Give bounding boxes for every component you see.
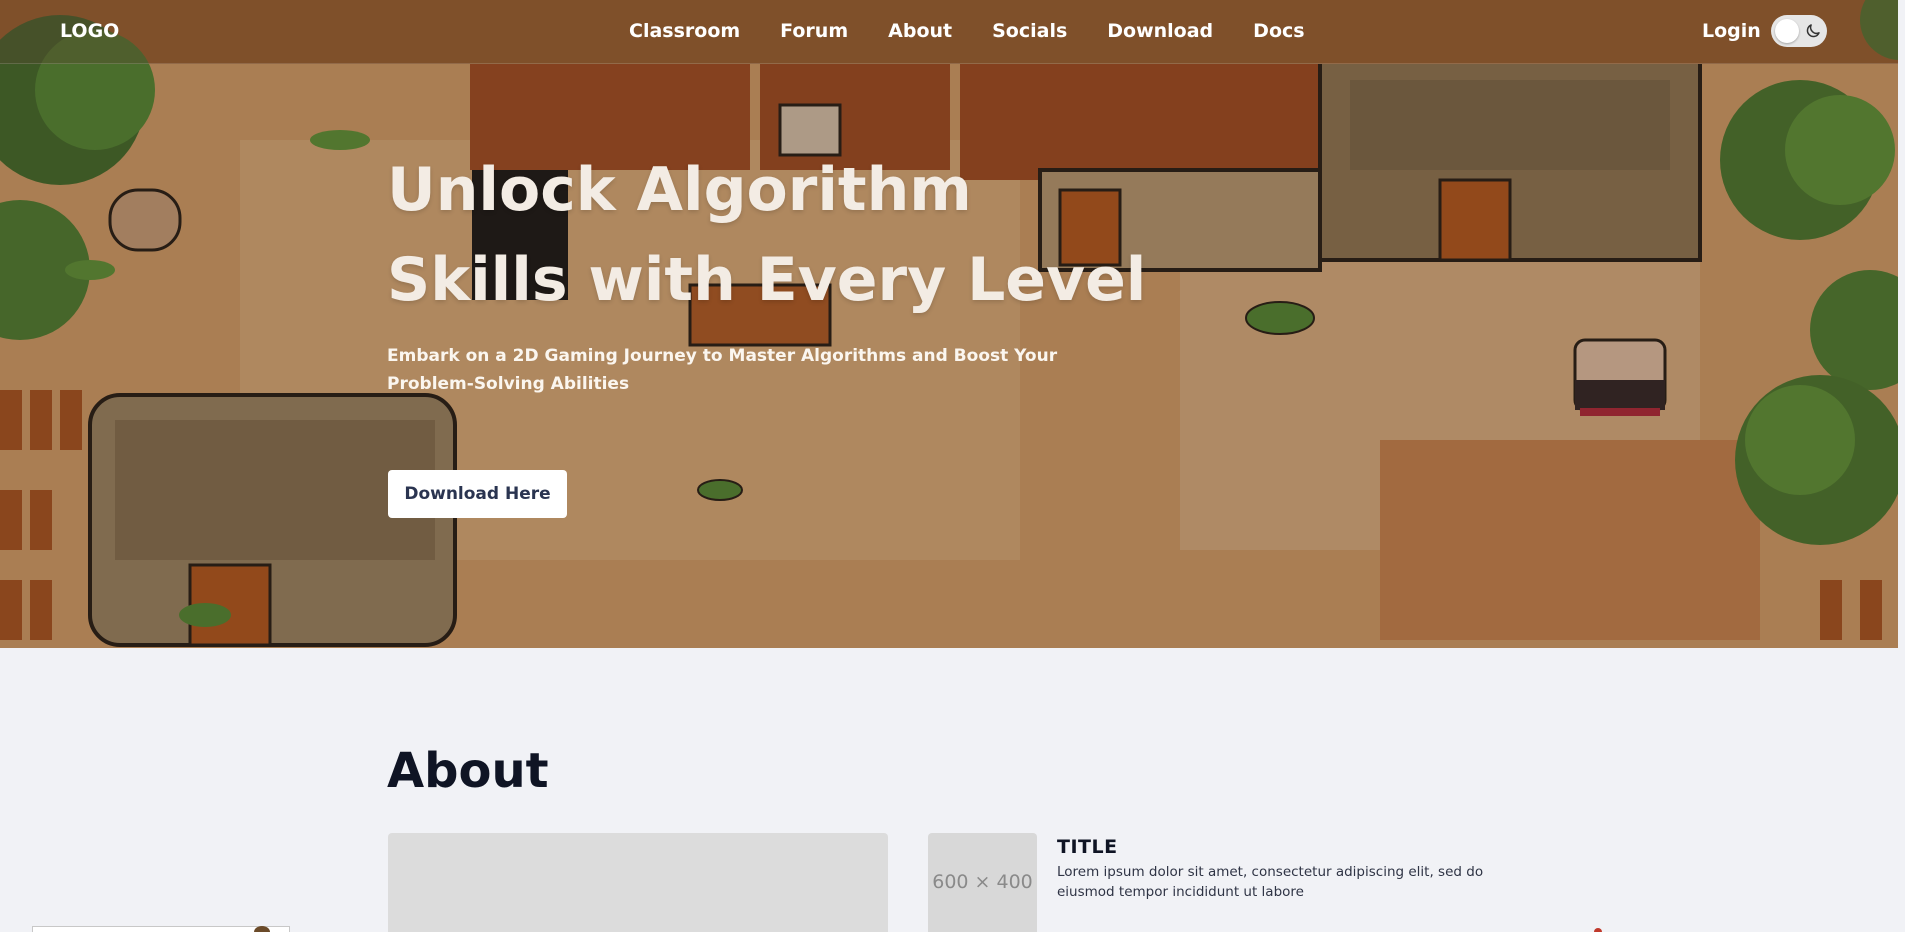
edge-marker [1594,928,1602,932]
thumbnail-size-label: 600 × 400 [932,871,1033,893]
about-heading: About [387,743,549,799]
moon-icon [1806,24,1820,38]
about-card-text: Lorem ipsum dolor sit amet, consectetur … [1057,864,1484,900]
nav-link-docs[interactable]: Docs [1253,20,1304,42]
login-link[interactable]: Login [1702,20,1761,42]
nav-link-download[interactable]: Download [1107,20,1213,42]
landing-page: LOGO Classroom Forum About Socials Downl… [0,0,1905,932]
nav-link-socials[interactable]: Socials [992,20,1067,42]
theme-toggle[interactable] [1771,15,1827,47]
top-navbar: LOGO Classroom Forum About Socials Downl… [0,0,1898,64]
about-card-title: TITLE [1057,836,1118,858]
hero-section: LOGO Classroom Forum About Socials Downl… [0,0,1898,648]
download-here-button[interactable]: Download Here [388,470,567,518]
about-card-thumbnail: 600 × 400 [928,833,1037,932]
about-image-placeholder [388,833,888,932]
nav-links: Classroom Forum About Socials Download D… [629,20,1305,42]
corner-avatar [254,926,270,932]
nav-link-about[interactable]: About [888,20,952,42]
corner-widget[interactable] [32,926,290,932]
nav-link-classroom[interactable]: Classroom [629,20,740,42]
nav-link-forum[interactable]: Forum [780,20,848,42]
hero-subtitle: Embark on a 2D Gaming Journey to Master … [387,346,1058,394]
site-logo[interactable]: LOGO [60,20,119,42]
hero-title: Unlock Algorithm Skills with Every Level [387,155,1147,315]
toggle-knob [1775,19,1799,43]
